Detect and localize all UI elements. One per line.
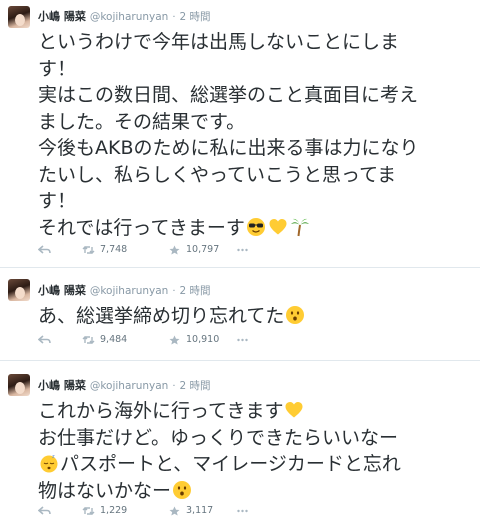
user-handle[interactable]: @kojiharunyan [90, 285, 168, 297]
tweet-text-line-last: あ、総選挙締め切り忘れてた [38, 303, 476, 330]
favorite-count: 10,797 [186, 244, 220, 255]
timestamp[interactable]: 2 時間 [180, 9, 211, 24]
reply-button[interactable] [38, 244, 56, 255]
tweet-text-line: これから海外に行ってきます [38, 398, 476, 425]
favorite-button[interactable]: 3,117 [168, 505, 236, 516]
tweet-actions: 9,484 10,910 [38, 334, 268, 345]
tweet-text-line: お仕事だけど。ゆっくりできたらいいなー [38, 426, 399, 449]
tweet-header: 小嶋 陽菜 @kojiharunyan · 2 時間 [38, 377, 470, 393]
tweet[interactable]: 小嶋 陽菜 @kojiharunyan · 2 時間 あ、総選挙締め切り忘れてた… [0, 268, 480, 361]
tweet-text-segment: これから海外に行ってきます [38, 400, 284, 422]
retweet-icon [82, 245, 95, 254]
retweet-icon [82, 335, 95, 344]
favorite-button[interactable]: 10,797 [168, 244, 236, 255]
separator-dot: · [172, 12, 176, 23]
tweet-text-line: というわけで今年は出馬しないことにしま [38, 31, 400, 53]
retweet-button[interactable]: 1,229 [82, 505, 168, 516]
separator-dot: · [172, 286, 176, 297]
tweet-text-segment: パスポートと、マイレージカードと忘れ [60, 453, 401, 475]
avatar[interactable] [8, 6, 30, 28]
retweet-count: 9,484 [100, 334, 128, 345]
favorite-button[interactable]: 10,910 [168, 334, 236, 345]
favorite-count: 10,910 [186, 334, 220, 345]
tweet-text: これから海外に行ってきます お仕事だけど。ゆっくりできたらいいなー z パスポート… [38, 398, 476, 504]
retweet-button[interactable]: 7,748 [82, 244, 168, 255]
user-name[interactable]: 小嶋 陽菜 [38, 377, 86, 393]
tweet-text-segment: 物はないかなー [38, 479, 172, 502]
user-name[interactable]: 小嶋 陽菜 [38, 282, 86, 298]
star-icon [169, 506, 180, 515]
tweet-text-line: 今後もAKBのために私に出来る事は力になり [38, 137, 419, 159]
more-button[interactable] [236, 335, 254, 345]
more-dots-icon [237, 248, 248, 251]
retweet-button[interactable]: 9,484 [82, 334, 168, 345]
timestamp[interactable]: 2 時間 [180, 283, 211, 298]
user-handle[interactable]: @kojiharunyan [90, 380, 168, 392]
more-button[interactable] [236, 506, 254, 516]
more-dots-icon [237, 509, 248, 512]
tweet-actions: 1,229 3,117 [38, 505, 268, 516]
reply-icon [38, 505, 51, 515]
retweet-count: 1,229 [100, 505, 128, 516]
svg-text:z: z [52, 454, 55, 460]
retweet-icon [82, 506, 95, 515]
tweet-actions: 7,748 10,797 [38, 244, 268, 255]
hushed-face-emoji [286, 306, 305, 324]
reply-button[interactable] [38, 505, 56, 516]
star-icon [169, 335, 180, 344]
tweet-text-segment: それでは行ってきまーす [38, 216, 245, 239]
favorite-count: 3,117 [186, 505, 214, 516]
reply-button[interactable] [38, 334, 56, 345]
tweet-text: あ、総選挙締め切り忘れてた [38, 303, 476, 330]
tweet-text: というわけで今年は出馬しないことにしま す！ 実はこの数日間、総選挙のこと真面目… [38, 29, 476, 241]
yellow-heart-emoji [285, 402, 303, 418]
more-dots-icon [237, 338, 248, 341]
more-button[interactable] [236, 245, 254, 255]
sunglasses-face-emoji [246, 217, 265, 236]
yellow-heart-emoji [269, 218, 287, 234]
tweet-text-line-last: それでは行ってきまーす [38, 215, 476, 242]
tweet-text-line-last: 物はないかなー [38, 478, 476, 505]
reply-icon [38, 244, 51, 254]
avatar[interactable] [8, 374, 30, 396]
reply-icon [38, 334, 51, 344]
tweet-text-segment: あ、総選挙締め切り忘れてた [38, 305, 285, 327]
tweet-header: 小嶋 陽菜 @kojiharunyan · 2 時間 [38, 8, 470, 24]
timestamp[interactable]: 2 時間 [180, 378, 211, 393]
tweet-text-line: z パスポートと、マイレージカードと忘れ [38, 451, 476, 478]
tweet-text-line: 実はこの数日間、総選挙のこと真面目に考え [38, 84, 419, 106]
tweet-text-line: ました。その結果です。 [38, 110, 246, 133]
star-icon [169, 245, 180, 254]
tweet[interactable]: 小嶋 陽菜 @kojiharunyan · 2 時間 これから海外に行ってきます… [0, 361, 480, 529]
hushed-face-emoji [173, 480, 192, 499]
avatar[interactable] [8, 279, 30, 301]
palm-tree-emoji [290, 218, 309, 236]
tweet-header: 小嶋 陽菜 @kojiharunyan · 2 時間 [38, 282, 470, 298]
tweet[interactable]: 小嶋 陽菜 @kojiharunyan · 2 時間 というわけで今年は出馬しな… [0, 0, 480, 268]
tweet-text-line: す！ [38, 57, 77, 80]
separator-dot: · [172, 381, 176, 392]
retweet-count: 7,748 [100, 244, 128, 255]
user-handle[interactable]: @kojiharunyan [90, 11, 168, 23]
user-name[interactable]: 小嶋 陽菜 [38, 8, 86, 24]
tweet-feed: 小嶋 陽菜 @kojiharunyan · 2 時間 というわけで今年は出馬しな… [0, 0, 480, 529]
sleeping-face-emoji: z [40, 454, 58, 473]
tweet-text-line: たいし、私らしくやっていこうと思ってま [38, 163, 397, 186]
tweet-text-line: す！ [38, 190, 77, 212]
